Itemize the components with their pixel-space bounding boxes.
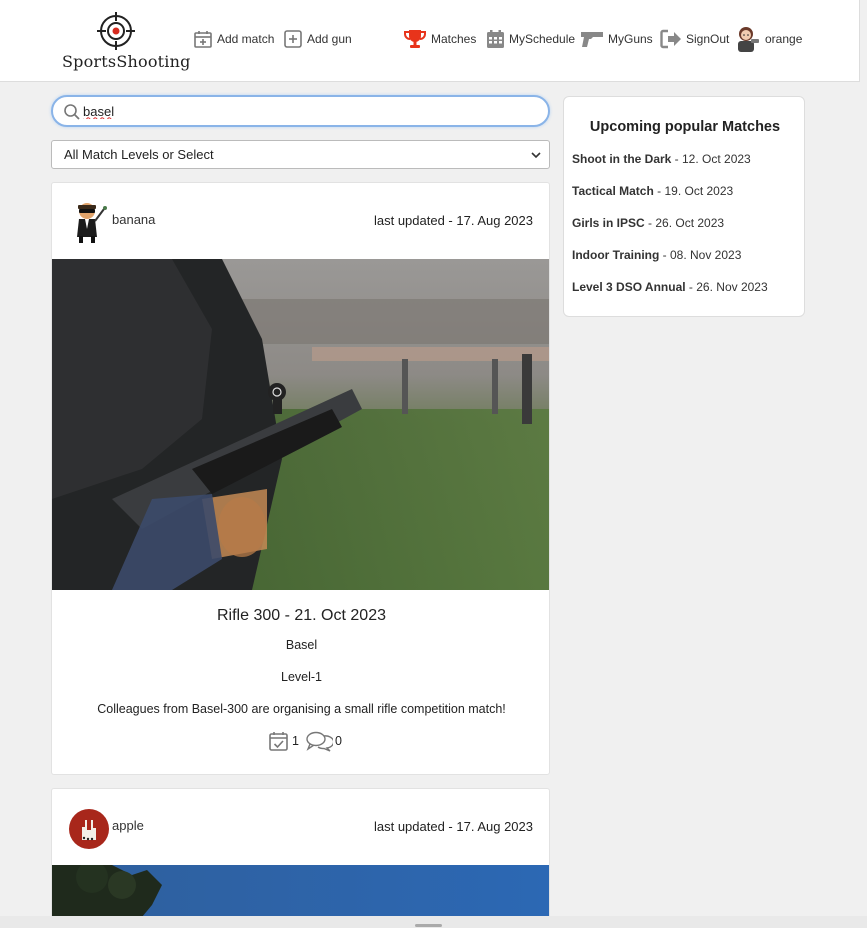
nav-add-gun[interactable]: Add gun <box>283 26 352 52</box>
upcoming-match-name: Girls in IPSC <box>572 216 645 230</box>
upcoming-match-date: - 26. Nov 2023 <box>685 280 768 294</box>
match-location: Basel <box>285 638 318 652</box>
upcoming-match-item[interactable]: Indoor Training - 08. Nov 2023 <box>572 248 741 262</box>
match-level-selected: All Match Levels or Select <box>64 147 214 162</box>
upcoming-match-date: - 19. Oct 2023 <box>653 184 734 198</box>
square-plus-icon <box>284 30 302 48</box>
upcoming-matches-panel: Upcoming popular Matches Shoot in the Da… <box>563 96 805 317</box>
user-avatar <box>738 27 759 52</box>
top-navbar: SportsShooting Add match Add gun Matches… <box>0 0 860 82</box>
author-name[interactable]: banana <box>112 212 155 227</box>
brand-logo[interactable]: SportsShooting <box>62 12 191 72</box>
upcoming-match-date: - 12. Oct 2023 <box>671 152 751 166</box>
nav-myguns-label: MyGuns <box>608 32 653 46</box>
search-box[interactable] <box>51 95 550 127</box>
upcoming-match-date: - 08. Nov 2023 <box>659 248 742 262</box>
card-header: apple last updated - 17. Aug 2023 <box>52 789 549 865</box>
pistol-icon <box>581 32 603 47</box>
nav-matches[interactable]: Matches <box>403 26 476 52</box>
brand-name: SportsShooting <box>62 52 191 71</box>
upcoming-match-name: Tactical Match <box>572 184 654 198</box>
match-photo[interactable] <box>52 259 550 590</box>
match-level-select[interactable]: All Match Levels or Select <box>51 140 550 169</box>
author-avatar[interactable] <box>69 199 111 243</box>
upcoming-match-item[interactable]: Level 3 DSO Annual - 26. Nov 2023 <box>572 280 768 294</box>
nav-matches-label: Matches <box>431 32 477 46</box>
crosshair-target-icon <box>97 12 135 50</box>
upcoming-match-name: Level 3 DSO Annual <box>572 280 686 294</box>
chevron-down-icon <box>531 152 541 159</box>
match-description: Colleagues from Basel-300 are organising… <box>97 702 506 716</box>
nav-user-profile[interactable]: orange <box>734 26 802 52</box>
upcoming-match-date: - 26. Oct 2023 <box>644 216 725 230</box>
nav-add-match[interactable]: Add match <box>193 26 274 52</box>
author-name[interactable]: apple <box>112 818 144 833</box>
match-card[interactable]: banana last updated - 17. Aug 2023 Rifle… <box>51 182 550 775</box>
match-stats: 1 0 <box>268 730 342 752</box>
scrollbar-grip[interactable] <box>415 924 442 927</box>
match-level: Level-1 <box>281 670 322 684</box>
upcoming-match-name: Indoor Training <box>572 248 660 262</box>
card-header: banana last updated - 17. Aug 2023 <box>52 183 549 259</box>
search-icon <box>64 104 80 120</box>
author-avatar[interactable] <box>68 807 110 851</box>
nav-myschedule[interactable]: MySchedule <box>486 26 575 52</box>
nav-add-gun-label: Add gun <box>307 32 352 46</box>
nav-add-match-label: Add match <box>217 32 275 46</box>
sign-out-icon <box>660 29 681 49</box>
search-input[interactable] <box>83 100 533 122</box>
comments-icon[interactable] <box>305 730 333 752</box>
calendar-grid-icon <box>487 30 504 48</box>
match-title[interactable]: Rifle 300 - 21. Oct 2023 <box>52 607 549 625</box>
comments-count: 0 <box>334 734 342 748</box>
nav-user-label: orange <box>765 32 803 46</box>
calendar-check-icon[interactable] <box>268 730 290 752</box>
upcoming-match-item[interactable]: Girls in IPSC - 26. Oct 2023 <box>572 216 724 230</box>
participants-count: 1 <box>292 734 299 748</box>
panel-title: Upcoming popular Matches <box>589 119 781 135</box>
upcoming-match-item[interactable]: Shoot in the Dark - 12. Oct 2023 <box>572 152 751 166</box>
nav-signout[interactable]: SignOut <box>660 26 729 52</box>
trophy-icon <box>404 30 426 48</box>
match-card[interactable]: apple last updated - 17. Aug 2023 <box>51 788 550 928</box>
upcoming-match-name: Shoot in the Dark <box>572 152 672 166</box>
nav-myguns[interactable]: MyGuns <box>580 26 653 52</box>
last-updated: last updated - 17. Aug 2023 <box>373 819 533 834</box>
nav-myschedule-label: MySchedule <box>509 32 576 46</box>
nav-signout-label: SignOut <box>686 32 730 46</box>
last-updated: last updated - 17. Aug 2023 <box>373 213 533 228</box>
calendar-plus-icon <box>194 31 212 48</box>
upcoming-match-item[interactable]: Tactical Match - 19. Oct 2023 <box>572 184 733 198</box>
